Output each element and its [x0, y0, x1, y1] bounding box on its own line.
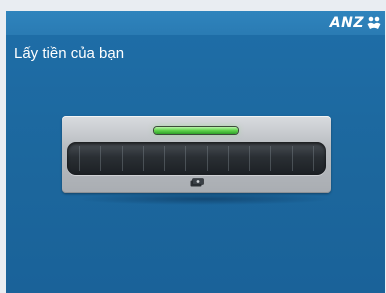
dispenser-shadow: [76, 193, 332, 205]
take-cash-prompt: Lấy tiền của bạn: [14, 45, 125, 62]
cash-dispenser: [62, 116, 331, 193]
cash-icon: [190, 178, 204, 187]
atm-screen: ANZ Lấy tiền của bạn: [6, 11, 385, 293]
brand-bar: ANZ: [6, 11, 385, 35]
dispenser-status-light: [154, 127, 238, 134]
brand-text: ANZ: [329, 15, 364, 31]
slot-grille: [79, 146, 314, 171]
cash-slot: [67, 142, 326, 175]
anz-logo: ANZ: [330, 14, 382, 32]
anz-people-icon: [367, 16, 381, 29]
